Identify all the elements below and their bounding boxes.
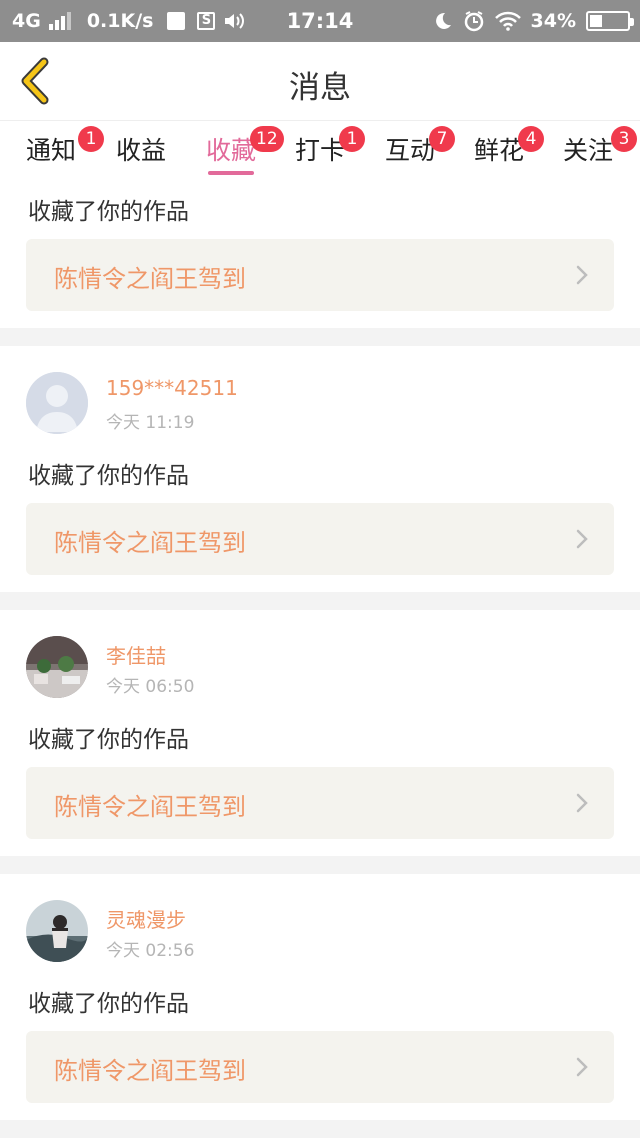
work-link[interactable]: 陈情令之阎王驾到 <box>26 239 614 311</box>
active-tab-indicator <box>208 171 255 175</box>
tab-badge: 1 <box>339 126 365 152</box>
work-title: 陈情令之阎王驾到 <box>54 265 246 293</box>
avatar[interactable] <box>26 900 88 962</box>
work-link[interactable]: 陈情令之阎王驾到 <box>26 1031 614 1103</box>
timestamp: 今天 11:19 <box>106 413 195 433</box>
work-title: 陈情令之阎王驾到 <box>54 793 246 821</box>
nav-bar: 消息 <box>0 42 640 120</box>
network-speed: 0.1K/s <box>86 10 154 32</box>
username[interactable]: 灵魂漫步 <box>106 904 186 933</box>
tab-earnings[interactable]: 收益 <box>116 131 166 181</box>
user-row[interactable]: 灵魂漫步 今天 02:56 <box>26 900 616 962</box>
tab-label: 通知 <box>26 136 77 165</box>
tab-follow[interactable]: 关注 3 <box>563 126 637 181</box>
tab-label: 打卡 <box>295 136 346 165</box>
tab-bar: 通知 1 收益 收藏 12 打卡 1 互动 7 鲜花 4 关注 3 <box>0 120 640 182</box>
moon-icon <box>435 12 451 29</box>
tab-badge: 1 <box>78 126 104 152</box>
work-title: 陈情令之阎王驾到 <box>54 1057 246 1085</box>
page-title: 消息 <box>289 70 351 106</box>
avatar[interactable] <box>26 372 88 434</box>
status-right: 34% <box>433 0 634 42</box>
user-row[interactable]: 159***42511 今天 11:19 <box>26 372 616 434</box>
volume-icon <box>225 13 245 29</box>
status-bar: 4G 0.1K/s S 17:14 34% <box>0 0 640 42</box>
tab-flowers[interactable]: 鲜花 4 <box>474 126 544 181</box>
chevron-right-icon <box>576 1057 588 1077</box>
tab-interaction[interactable]: 互动 7 <box>385 126 455 181</box>
user-row[interactable]: 李佳喆 今天 06:50 <box>26 636 616 698</box>
s-app-icon: S <box>197 12 216 30</box>
action-text: 收藏了你的作品 <box>28 727 189 753</box>
status-left: 4G 0.1K/s S <box>12 0 245 42</box>
tab-checkin[interactable]: 打卡 1 <box>295 126 365 181</box>
list-item: 李佳喆 今天 06:50 收藏了你的作品 陈情令之阎王驾到 <box>0 610 640 856</box>
list-item: 收藏了你的作品 陈情令之阎王驾到 <box>0 182 640 328</box>
signal-icon <box>48 12 71 30</box>
screen: 4G 0.1K/s S 17:14 34% 消息 通知 1 收益 收藏 12 打… <box>0 0 640 1138</box>
action-text: 收藏了你的作品 <box>28 199 189 225</box>
battery-icon <box>586 11 634 31</box>
work-link[interactable]: 陈情令之阎王驾到 <box>26 503 614 575</box>
tab-badge: 4 <box>518 126 544 152</box>
chevron-right-icon <box>576 265 588 285</box>
tab-badge: 12 <box>250 126 284 152</box>
photo-avatar-icon <box>26 900 88 962</box>
wifi-icon <box>494 11 521 31</box>
action-text: 收藏了你的作品 <box>28 991 189 1017</box>
tab-label: 收益 <box>116 136 167 165</box>
chevron-right-icon <box>576 793 588 813</box>
action-text: 收藏了你的作品 <box>28 463 189 489</box>
chevron-right-icon <box>576 529 588 549</box>
tab-badge: 3 <box>611 126 637 152</box>
tab-notice[interactable]: 通知 1 <box>26 126 104 181</box>
timestamp: 今天 02:56 <box>106 941 195 961</box>
avatar[interactable] <box>26 636 88 698</box>
tab-label: 收藏 <box>206 136 257 165</box>
tab-label: 互动 <box>385 136 436 165</box>
tab-favorites[interactable]: 收藏 12 <box>206 126 284 181</box>
tab-badge: 7 <box>429 126 455 152</box>
alarm-icon <box>464 11 483 32</box>
battery-percent: 34% <box>530 10 576 32</box>
timestamp: 今天 06:50 <box>106 677 195 697</box>
battery-fill <box>590 15 602 27</box>
username[interactable]: 李佳喆 <box>106 640 166 669</box>
work-title: 陈情令之阎王驾到 <box>54 529 246 557</box>
list-item: 159***42511 今天 11:19 收藏了你的作品 陈情令之阎王驾到 <box>0 346 640 592</box>
tab-label: 关注 <box>563 136 614 165</box>
tab-label: 鲜花 <box>474 136 525 165</box>
work-link[interactable]: 陈情令之阎王驾到 <box>26 767 614 839</box>
photo-avatar-icon <box>26 636 88 698</box>
list-item: 灵魂漫步 今天 02:56 收藏了你的作品 陈情令之阎王驾到 <box>0 874 640 1120</box>
mail-icon <box>167 12 186 30</box>
default-avatar-icon <box>26 372 88 434</box>
username[interactable]: 159***42511 <box>106 376 238 400</box>
network-type: 4G <box>12 10 41 32</box>
